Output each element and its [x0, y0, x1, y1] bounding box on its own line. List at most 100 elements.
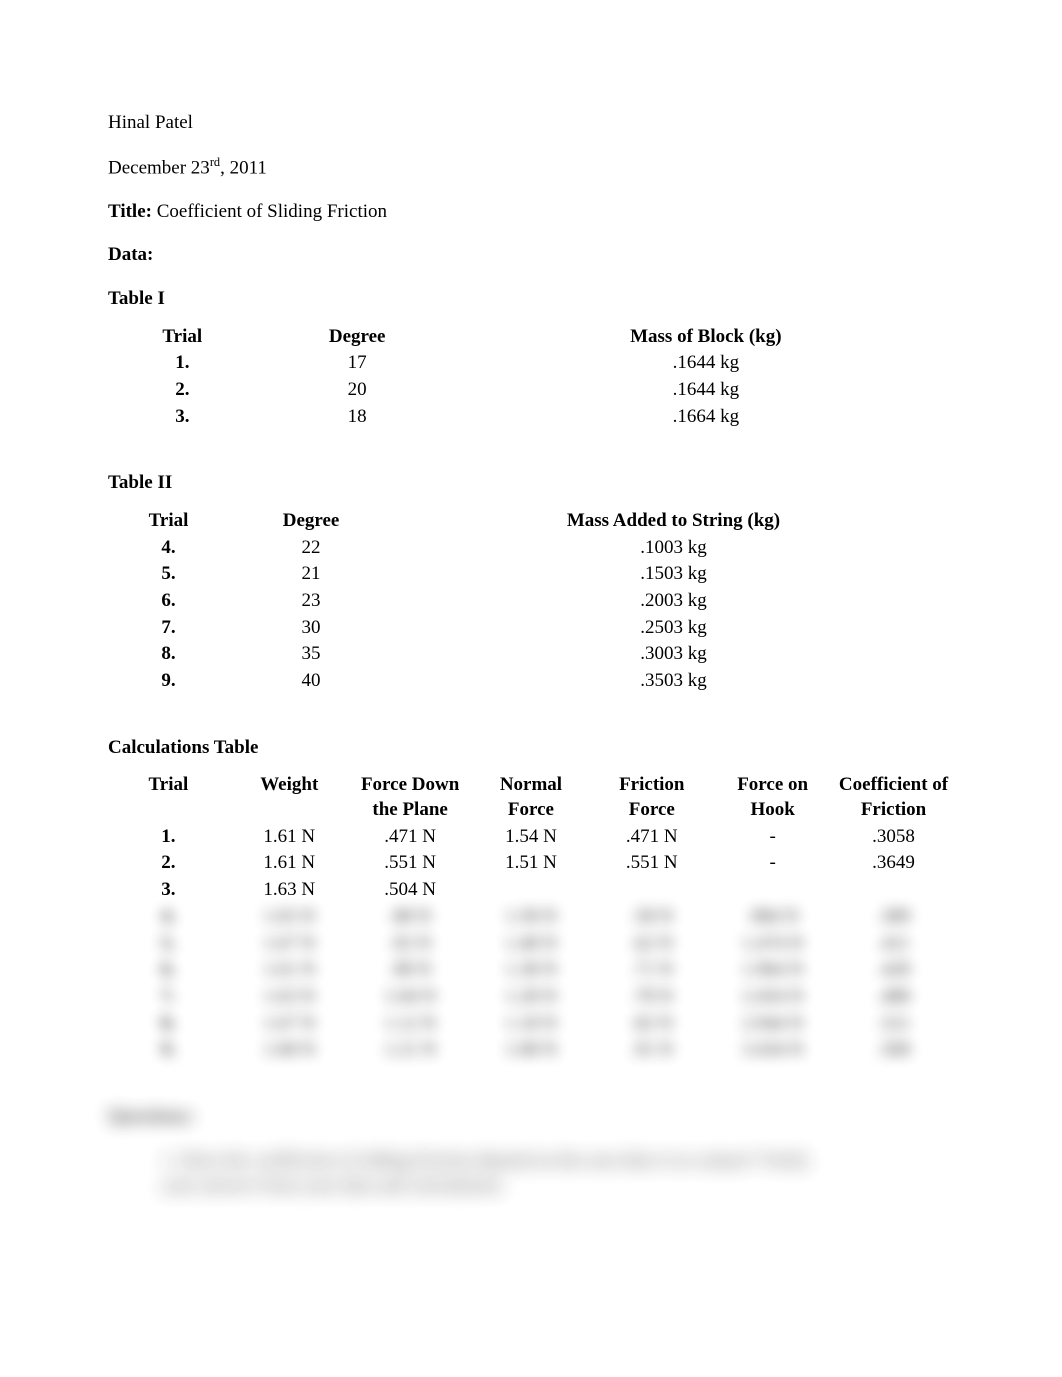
table3-friction: .551 N	[591, 850, 712, 877]
table1-caption: Table I	[108, 286, 954, 312]
table2-trial: 6.	[108, 588, 229, 615]
blur-cell: 5.	[108, 931, 229, 958]
table2-mass: .2503 kg	[393, 615, 954, 642]
blur-cell: 2.454 N	[712, 984, 833, 1011]
table3-weight: 1.61 N	[229, 850, 350, 877]
table3-friction: .471 N	[591, 824, 712, 851]
table-row-blurred: 7. 1.63 N 1.04 N 1.28 N .78 N 2.454 N .4…	[108, 984, 954, 1011]
blur-cell: 1.38 N	[471, 957, 592, 984]
table2-trial: 5.	[108, 561, 229, 588]
blur-cell: 1.08 N	[471, 1037, 592, 1064]
table3-hook	[712, 877, 833, 904]
blur-cell: .521	[833, 1011, 954, 1038]
table2-degree: 21	[229, 561, 393, 588]
blur-cell: 1.04 N	[350, 984, 471, 1011]
table2-header-degree: Degree	[229, 508, 393, 535]
table-row: 4. 22 .1003 kg	[108, 535, 954, 562]
table1-degree: 18	[257, 404, 458, 431]
blur-cell: 4.	[108, 904, 229, 931]
table-row-blurred: 9. 1.68 N 1.21 N 1.08 N .91 N 3.434 N .5…	[108, 1037, 954, 1064]
blur-cell: .91 N	[591, 1037, 712, 1064]
table1-mass: .1644 kg	[458, 350, 954, 377]
blur-cell: .78 N	[591, 984, 712, 1011]
table-row-blurred: 6. 1.61 N .98 N 1.38 N .71 N 1.964 N .42…	[108, 957, 954, 984]
blur-cell: 1.58 N	[471, 904, 592, 931]
table2-mass: .2003 kg	[393, 588, 954, 615]
blur-cell: 1.68 N	[229, 1037, 350, 1064]
table3-fdown: .471 N	[350, 824, 471, 851]
table3: Trial Weight Force Down the Plane Normal…	[108, 772, 954, 1064]
date-prefix: December 23	[108, 157, 210, 178]
author-name: Hinal Patel	[108, 110, 954, 136]
table3-caption: Calculations Table	[108, 735, 954, 761]
blur-cell: 1.28 N	[471, 984, 592, 1011]
table1-trial: 1.	[108, 350, 257, 377]
table3-header-friction: Friction Force	[591, 772, 712, 823]
questions-heading-blurred: Questions:	[108, 1104, 954, 1130]
blur-cell: .411	[833, 931, 954, 958]
table-row: 9. 40 .3503 kg	[108, 668, 954, 695]
table3-coef	[833, 877, 954, 904]
table3-header-hook: Force on Hook	[712, 772, 833, 823]
table2-header-mass: Mass Added to String (kg)	[393, 508, 954, 535]
questions-section: Questions: 1. Does the coefficient of sl…	[108, 1104, 954, 1199]
table-row: 1. 1.61 N .471 N 1.54 N .471 N - .3058	[108, 824, 954, 851]
blur-cell: 1.12 N	[350, 1011, 471, 1038]
table2-degree: 35	[229, 641, 393, 668]
table3-trial: 3.	[108, 877, 229, 904]
table-row: 7. 30 .2503 kg	[108, 615, 954, 642]
table-row: 6. 23 .2003 kg	[108, 588, 954, 615]
blur-cell: .92 N	[350, 931, 471, 958]
blur-cell: .984 N	[712, 904, 833, 931]
table2-trial: 7.	[108, 615, 229, 642]
table-row: 2. 1.61 N .551 N 1.51 N .551 N - .3649	[108, 850, 954, 877]
blur-cell: .389	[833, 904, 954, 931]
table-row-blurred: 4. 1.65 N .88 N 1.58 N .58 N .984 N .389	[108, 904, 954, 931]
table-row-blurred: 5. 1.67 N .92 N 1.48 N .62 N 1.474 N .41…	[108, 931, 954, 958]
blur-cell: 2.944 N	[712, 1011, 833, 1038]
table2-caption: Table II	[108, 470, 954, 496]
table2-mass: .3503 kg	[393, 668, 954, 695]
table1-header-row: Trial Degree Mass of Block (kg)	[108, 324, 954, 351]
table2: Trial Degree Mass Added to String (kg) 4…	[108, 508, 954, 695]
table2-header-row: Trial Degree Mass Added to String (kg)	[108, 508, 954, 535]
blur-cell: 9.	[108, 1037, 229, 1064]
question-text-l2: your answer from your data and calculati…	[162, 1175, 505, 1196]
blur-cell: .488	[833, 984, 954, 1011]
table-row: 3. 1.63 N .504 N	[108, 877, 954, 904]
table1-header-degree: Degree	[257, 324, 458, 351]
blur-cell: .82 N	[591, 1011, 712, 1038]
table3-trial: 2.	[108, 850, 229, 877]
table3-hook: -	[712, 850, 833, 877]
table3-coef: .3649	[833, 850, 954, 877]
table3-weight: 1.63 N	[229, 877, 350, 904]
title-line: Title: Coefficient of Sliding Friction	[108, 199, 954, 225]
blur-cell: .428	[833, 957, 954, 984]
table-row: 5. 21 .1503 kg	[108, 561, 954, 588]
table1-mass: .1644 kg	[458, 377, 954, 404]
blur-cell: 6.	[108, 957, 229, 984]
table1: Trial Degree Mass of Block (kg) 1. 17 .1…	[108, 324, 954, 431]
blur-cell: 1.63 N	[229, 984, 350, 1011]
blur-cell: 1.61 N	[229, 957, 350, 984]
blur-cell: 1.67 N	[229, 931, 350, 958]
date-suffix: , 2011	[220, 157, 267, 178]
table-row: 2. 20 .1644 kg	[108, 377, 954, 404]
table2-mass: .3003 kg	[393, 641, 954, 668]
blur-cell: .58 N	[591, 904, 712, 931]
table2-degree: 30	[229, 615, 393, 642]
table3-normal: 1.51 N	[471, 850, 592, 877]
table3-header-row: Trial Weight Force Down the Plane Normal…	[108, 772, 954, 823]
table-row-blurred: 8. 1.67 N 1.12 N 1.18 N .82 N 2.944 N .5…	[108, 1011, 954, 1038]
blur-cell: 1.474 N	[712, 931, 833, 958]
table3-fdown: .504 N	[350, 877, 471, 904]
table3-header-weight: Weight	[229, 772, 350, 823]
blur-cell: 1.18 N	[471, 1011, 592, 1038]
blur-cell: 3.434 N	[712, 1037, 833, 1064]
table3-header-coef: Coefficient of Friction	[833, 772, 954, 823]
blur-cell: .568	[833, 1037, 954, 1064]
table3-normal: 1.54 N	[471, 824, 592, 851]
table3-friction	[591, 877, 712, 904]
table1-trial: 3.	[108, 404, 257, 431]
table-row: 3. 18 .1664 kg	[108, 404, 954, 431]
